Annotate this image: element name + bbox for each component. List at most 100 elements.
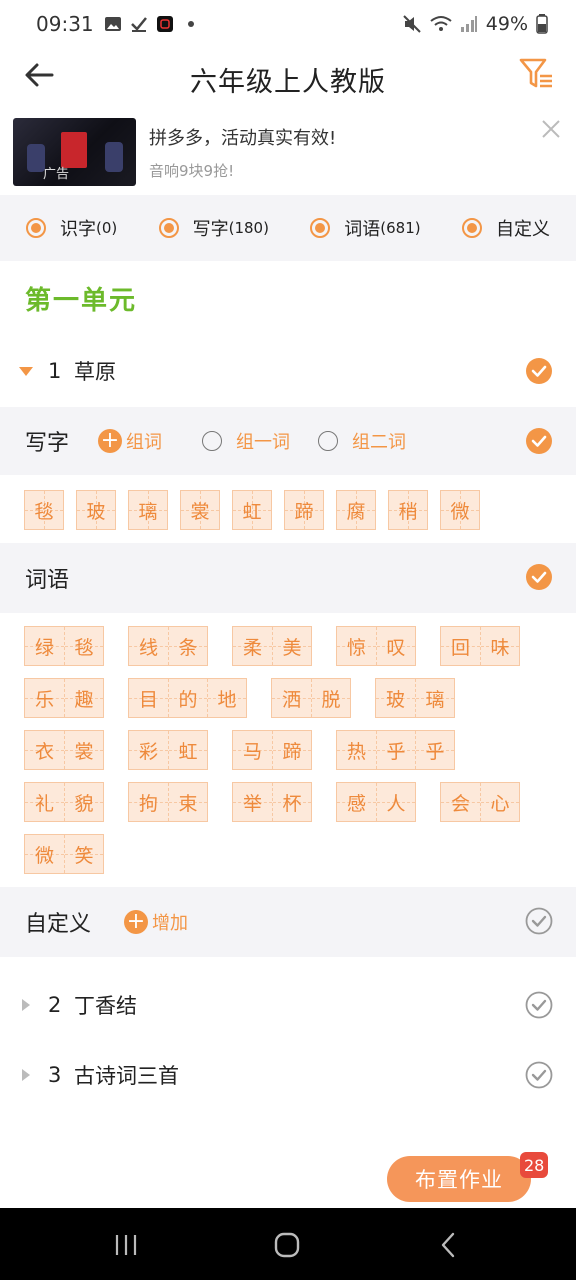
unchecked-circle-icon[interactable] <box>525 1061 553 1089</box>
vocab-row: 乐趣 目的地 洒脱 玻璃 <box>24 678 564 718</box>
char-box[interactable]: 璃 <box>128 490 168 530</box>
writing-char-list: 毯 玻 璃 裳 虹 蹄 腐 稍 微 <box>24 490 480 530</box>
option-one-word[interactable]: 组一词 <box>202 428 290 454</box>
lesson-number: 1 <box>48 359 62 383</box>
ad-title[interactable]: 拼多多，活动真实有效! <box>149 124 336 150</box>
word-box[interactable]: 玻璃 <box>375 678 455 718</box>
ad-banner[interactable]: 广告 拼多多，活动真实有效! 音响9块9抢! <box>0 112 576 194</box>
add-word-button[interactable]: + 组词 <box>98 428 162 454</box>
ad-tag: 广告 <box>43 167 70 182</box>
type-option-ciyu[interactable]: 词语 (681) <box>310 215 421 241</box>
page-title: 六年级上人教版 <box>190 66 386 98</box>
assign-homework-button[interactable]: 布置作业 <box>387 1156 531 1202</box>
unchecked-circle-icon[interactable] <box>525 991 553 1019</box>
lesson-number: 2 <box>48 993 62 1017</box>
checked-icon[interactable] <box>525 563 553 591</box>
checked-icon[interactable] <box>525 427 553 455</box>
char-box[interactable]: 玻 <box>76 490 116 530</box>
word-box[interactable]: 感人 <box>336 782 416 822</box>
word-box[interactable]: 礼貌 <box>24 782 104 822</box>
close-icon[interactable] <box>538 116 564 142</box>
word-box[interactable]: 彩虹 <box>128 730 208 770</box>
word-box[interactable]: 拘束 <box>128 782 208 822</box>
word-box[interactable]: 乐趣 <box>24 678 104 718</box>
writing-section-header: 写字 + 组词 组一词 组二词 <box>0 407 576 475</box>
status-bar: 09:31 49% <box>0 0 576 48</box>
filter-icon[interactable] <box>518 56 554 92</box>
word-box[interactable]: 惊叹 <box>336 626 416 666</box>
lesson-row-2[interactable]: 2 丁香结 <box>0 970 576 1040</box>
recent-apps-icon[interactable] <box>111 1230 141 1260</box>
radio-unselected-icon[interactable] <box>202 431 222 451</box>
custom-label: 自定义 <box>25 912 92 937</box>
checked-icon[interactable] <box>525 357 553 385</box>
word-box[interactable]: 热乎乎 <box>336 730 455 770</box>
expand-triangle-icon[interactable] <box>18 365 34 377</box>
gallery-icon <box>104 17 121 31</box>
word-box[interactable]: 微笑 <box>24 834 104 874</box>
word-box[interactable]: 衣裳 <box>24 730 104 770</box>
option-two-words[interactable]: 组二词 <box>318 428 406 454</box>
char-box[interactable]: 腐 <box>336 490 376 530</box>
mute-icon <box>403 15 421 33</box>
ad-thumbnail[interactable]: 广告 <box>13 118 136 186</box>
assign-count-badge: 28 <box>520 1152 549 1178</box>
radio-selected-icon[interactable] <box>461 218 482 238</box>
writing-label: 写字 <box>25 431 70 456</box>
radio-selected-icon[interactable] <box>158 218 179 238</box>
vocab-row: 礼貌 拘束 举杯 感人 会心 <box>24 782 564 822</box>
word-box[interactable]: 洒脱 <box>271 678 351 718</box>
word-box[interactable]: 回味 <box>440 626 520 666</box>
wifi-icon <box>430 16 452 31</box>
type-option-xiezi[interactable]: 写字 (180) <box>158 215 269 241</box>
vocab-row: 绿毯 线条 柔美 惊叹 回味 <box>24 626 564 666</box>
type-option-custom[interactable]: 自定义 <box>461 215 550 241</box>
system-nav-bar <box>0 1208 576 1280</box>
vocab-section-header: 词语 <box>0 543 576 613</box>
radio-selected-icon[interactable] <box>310 218 331 238</box>
vocab-row: 衣裳 彩虹 马蹄 热乎乎 <box>24 730 564 770</box>
lesson-name: 草原 <box>74 360 116 384</box>
ad-subtitle[interactable]: 音响9块9抢! <box>149 160 234 181</box>
word-box[interactable]: 马蹄 <box>232 730 312 770</box>
vocab-word-list: 绿毯 线条 柔美 惊叹 回味 乐趣 目的地 洒脱 玻璃 衣裳 彩虹 马蹄 热乎乎… <box>24 626 564 886</box>
dot-icon <box>187 21 194 27</box>
type-option-shizi[interactable]: 识字 (0) <box>26 215 117 241</box>
vocab-label: 词语 <box>25 568 70 593</box>
battery-icon <box>536 14 548 34</box>
vocab-row: 微笑 <box>24 834 564 874</box>
char-box[interactable]: 微 <box>440 490 480 530</box>
radio-unselected-icon[interactable] <box>318 431 338 451</box>
word-box[interactable]: 目的地 <box>128 678 247 718</box>
unit-title: 第一单元 <box>25 286 138 316</box>
char-box[interactable]: 裳 <box>180 490 220 530</box>
collapsed-triangle-icon[interactable] <box>20 1067 32 1083</box>
char-box[interactable]: 蹄 <box>284 490 324 530</box>
word-box[interactable]: 举杯 <box>232 782 312 822</box>
word-box[interactable]: 绿毯 <box>24 626 104 666</box>
word-box[interactable]: 线条 <box>128 626 208 666</box>
battery-percent: 49% <box>485 13 528 35</box>
add-custom-button[interactable]: + 增加 <box>124 909 188 935</box>
home-icon[interactable] <box>272 1230 302 1260</box>
plus-icon: + <box>124 910 148 934</box>
unchecked-circle-icon[interactable] <box>525 907 553 935</box>
lesson-row-1[interactable]: 1 草原 <box>0 336 576 406</box>
lesson-number: 3 <box>48 1063 62 1087</box>
plus-icon: + <box>98 429 122 453</box>
word-box[interactable]: 会心 <box>440 782 520 822</box>
char-box[interactable]: 毯 <box>24 490 64 530</box>
app-notification-icon <box>156 16 173 32</box>
char-box[interactable]: 稍 <box>388 490 428 530</box>
word-box[interactable]: 柔美 <box>232 626 312 666</box>
system-back-icon[interactable] <box>434 1230 464 1260</box>
char-box[interactable]: 虹 <box>232 490 272 530</box>
collapsed-triangle-icon[interactable] <box>20 997 32 1013</box>
custom-section-header: 自定义 + 增加 <box>0 887 576 957</box>
radio-selected-icon[interactable] <box>26 218 46 238</box>
lesson-row-3[interactable]: 3 古诗词三首 <box>0 1040 576 1110</box>
signal-icon <box>460 16 477 32</box>
back-arrow-icon[interactable] <box>22 58 56 92</box>
lesson-name: 古诗词三首 <box>74 1064 179 1088</box>
status-right: 49% <box>402 13 548 35</box>
